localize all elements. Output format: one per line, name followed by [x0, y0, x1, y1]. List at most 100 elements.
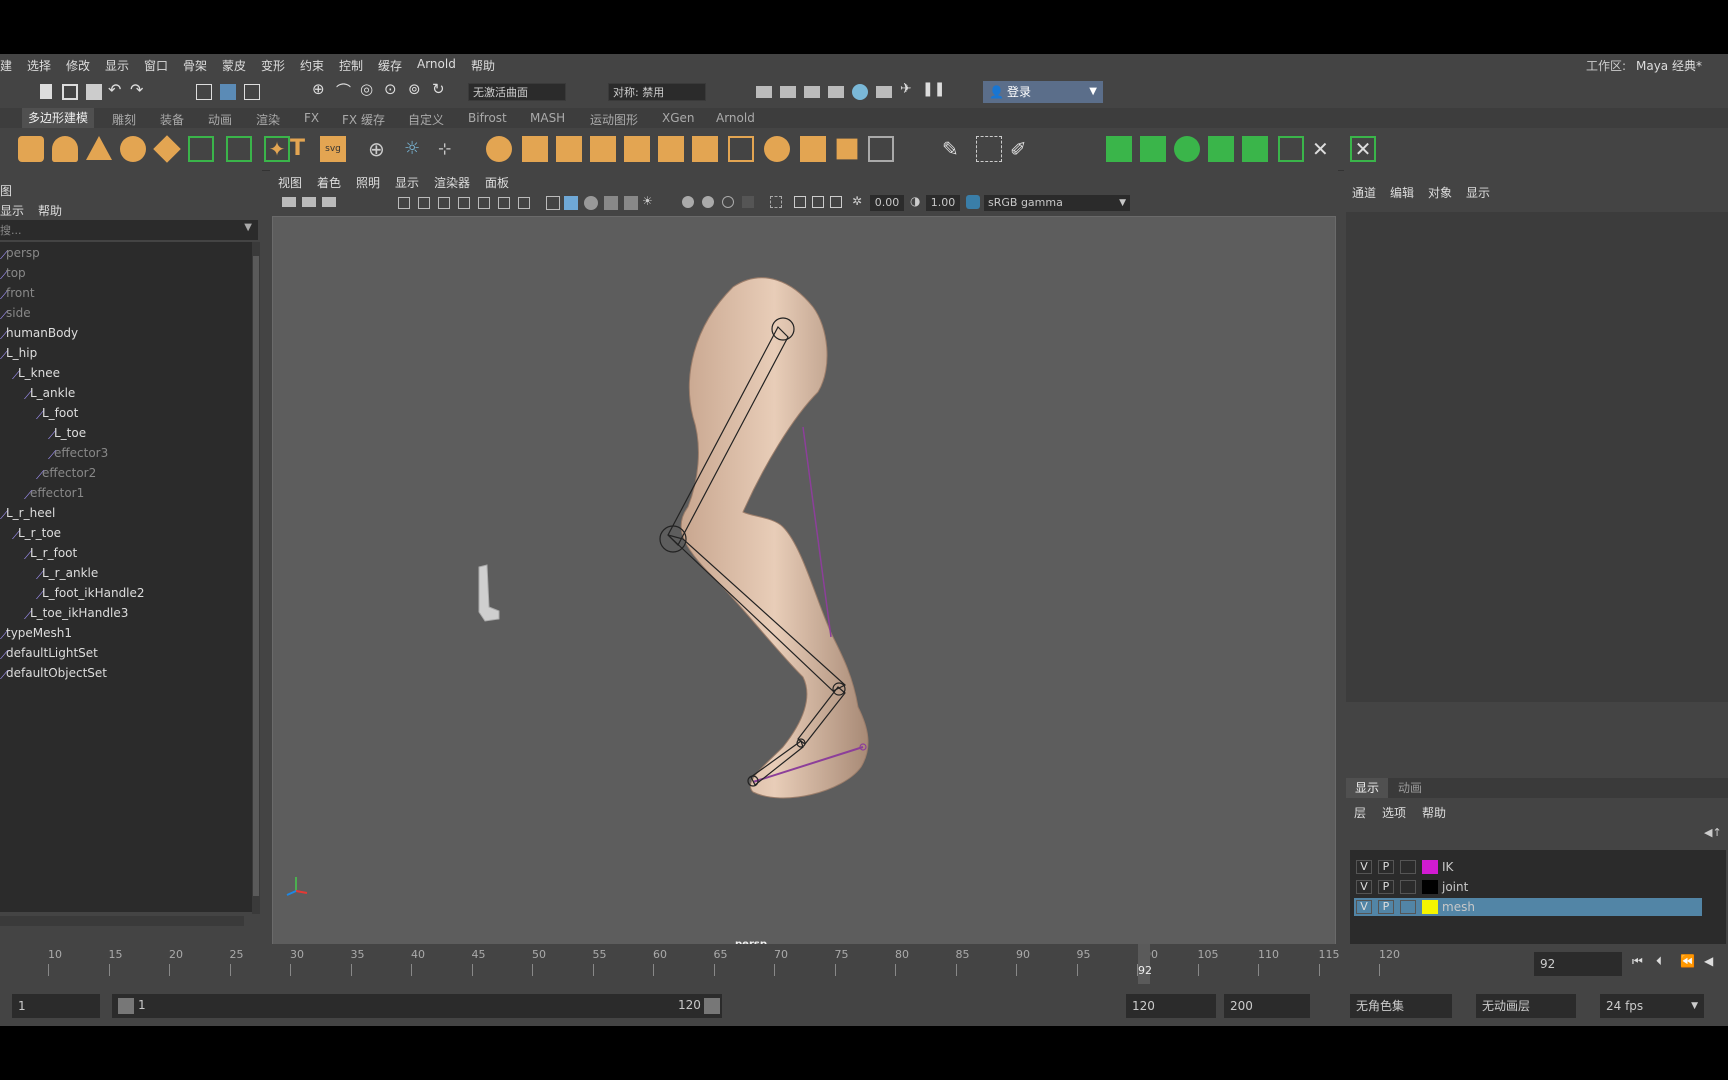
- layer-menu-options[interactable]: 选项: [1382, 804, 1406, 821]
- isolate-select-icon[interactable]: [770, 196, 782, 208]
- lights-icon[interactable]: ☀: [642, 194, 653, 208]
- shelf-tab-render[interactable]: 渲染: [256, 111, 280, 128]
- layer-playback-toggle[interactable]: P: [1378, 880, 1394, 894]
- layer-type-toggle[interactable]: [1400, 900, 1416, 914]
- grid-icon[interactable]: [398, 197, 410, 209]
- outliner-h-scrollbar[interactable]: [0, 916, 244, 926]
- layer-color-swatch[interactable]: [1422, 900, 1438, 914]
- fps-dropdown[interactable]: 24 fps ▼: [1600, 994, 1704, 1018]
- select-hierarchy-icon[interactable]: [196, 84, 212, 100]
- shelf-tab-fx[interactable]: FX: [304, 111, 319, 125]
- default-material-icon[interactable]: [584, 196, 598, 210]
- safe-action-icon[interactable]: [498, 197, 510, 209]
- platonic-icon[interactable]: [226, 136, 252, 162]
- field-chart-icon[interactable]: [478, 197, 490, 209]
- extrude-icon[interactable]: [658, 136, 684, 162]
- gate-mask-icon[interactable]: [458, 197, 470, 209]
- uv-editor-icon[interactable]: [868, 136, 894, 162]
- anim-end-field[interactable]: 200: [1224, 994, 1310, 1018]
- vp-menu-view[interactable]: 视图: [278, 174, 302, 191]
- range-end-handle[interactable]: [704, 998, 720, 1014]
- poly-plane-icon[interactable]: [153, 135, 181, 163]
- menu-cache[interactable]: 缓存: [378, 57, 402, 74]
- vp-menu-renderer[interactable]: 渲染器: [434, 174, 470, 191]
- color-management-icon[interactable]: [966, 195, 980, 209]
- outliner-menu-display[interactable]: 显示: [0, 202, 24, 219]
- vp-menu-lighting[interactable]: 照明: [356, 174, 380, 191]
- login-button[interactable]: 👤 登录 ▼: [983, 81, 1103, 103]
- step-back-frame-icon[interactable]: ⏴: [1656, 954, 1662, 969]
- outliner-search-field[interactable]: 搜... ▼: [0, 220, 258, 240]
- create-light-icon[interactable]: ☼: [404, 136, 430, 162]
- menu-help[interactable]: 帮助: [471, 57, 495, 74]
- shelf-tab-xgen[interactable]: XGen: [662, 111, 695, 125]
- ipr-render-icon[interactable]: [804, 86, 820, 98]
- time-slider[interactable]: 1015202530354045505560657075808590951001…: [0, 944, 1728, 984]
- layer-visibility-toggle[interactable]: V: [1356, 900, 1372, 914]
- quad-draw-icon[interactable]: [800, 136, 826, 162]
- shelf-tab-sculpt[interactable]: 雕刻: [112, 111, 136, 128]
- start-time-field[interactable]: 1: [12, 994, 100, 1018]
- motion-blur-icon[interactable]: [722, 196, 734, 208]
- menu-create[interactable]: 建: [0, 57, 12, 74]
- cb-menu-channels[interactable]: 通道: [1352, 184, 1376, 201]
- uv-auto-icon[interactable]: [1208, 136, 1234, 162]
- layer-menu-layers[interactable]: 层: [1354, 804, 1366, 821]
- menu-display[interactable]: 显示: [105, 57, 129, 74]
- uv-cylindrical-icon[interactable]: [1140, 136, 1166, 162]
- snap-live-icon[interactable]: ↻: [432, 80, 448, 98]
- safe-title-icon[interactable]: [518, 197, 530, 209]
- menu-deform[interactable]: 变形: [261, 57, 285, 74]
- snap-surface-icon[interactable]: ⊚: [408, 80, 424, 98]
- menu-constrain[interactable]: 约束: [300, 57, 324, 74]
- xray-joints-icon[interactable]: [812, 196, 824, 208]
- mirror-icon[interactable]: [556, 136, 582, 162]
- uv-cut-icon[interactable]: ✕: [1312, 136, 1338, 162]
- leg-mesh[interactable]: [680, 277, 869, 799]
- outliner-scrollbar[interactable]: [252, 242, 260, 914]
- cb-menu-show[interactable]: 显示: [1466, 184, 1490, 201]
- wireframe-icon[interactable]: [546, 196, 560, 210]
- shadows-icon[interactable]: [682, 196, 694, 208]
- bridge-icon[interactable]: [692, 136, 718, 162]
- multi-cut-icon[interactable]: [728, 136, 754, 162]
- color-space-dropdown[interactable]: sRGB gamma ▼: [984, 195, 1130, 211]
- end-time-field[interactable]: 120: [1126, 994, 1216, 1018]
- gamma-field[interactable]: 1.00: [926, 195, 960, 211]
- soft-mod-icon[interactable]: ✐: [1010, 136, 1036, 162]
- shelf-tab-polygon[interactable]: 多边形建模: [22, 108, 95, 128]
- poly-disc-icon[interactable]: [188, 136, 214, 162]
- range-start-handle[interactable]: [118, 998, 134, 1014]
- layer-move-icon[interactable]: ◀↑: [1704, 826, 1722, 839]
- render-frame-icon[interactable]: [780, 86, 796, 98]
- undo-icon[interactable]: ↶: [108, 80, 124, 99]
- select-object-icon[interactable]: [220, 84, 236, 100]
- live-surface-field[interactable]: 无激活曲面: [468, 83, 566, 101]
- pause-icon[interactable]: ❚❚: [922, 81, 945, 97]
- symmetry-dropdown[interactable]: 对称: 禁用: [608, 83, 706, 101]
- layer-type-toggle[interactable]: [1400, 880, 1416, 894]
- bevel-icon[interactable]: [624, 136, 650, 162]
- snap-curve-icon[interactable]: ⌒: [336, 80, 352, 100]
- vp-menu-shading[interactable]: 着色: [317, 174, 341, 191]
- poly-torus-icon[interactable]: [120, 136, 146, 162]
- bookmark-icon[interactable]: [322, 197, 336, 207]
- render-sequence-icon[interactable]: [876, 86, 892, 98]
- uv-planar-icon[interactable]: [1106, 136, 1132, 162]
- range-slider[interactable]: 1 120: [112, 994, 722, 1018]
- film-gate-icon[interactable]: [418, 197, 430, 209]
- poly-type-icon[interactable]: T: [290, 136, 316, 162]
- shelf-tab-fx-cache[interactable]: FX 缓存: [342, 111, 385, 128]
- layer-menu-help[interactable]: 帮助: [1422, 804, 1446, 821]
- textured-icon[interactable]: [624, 196, 638, 210]
- menu-modify[interactable]: 修改: [66, 57, 90, 74]
- layer-color-swatch[interactable]: [1422, 860, 1438, 874]
- shelf-tab-animation[interactable]: 动画: [208, 111, 232, 128]
- workspace-dropdown[interactable]: Maya 经典*: [1636, 57, 1702, 74]
- cb-menu-object[interactable]: 对象: [1428, 184, 1452, 201]
- open-scene-icon[interactable]: [62, 84, 78, 100]
- outliner-menu-help[interactable]: 帮助: [38, 202, 62, 219]
- uv-sew-icon[interactable]: ✕: [1350, 136, 1376, 162]
- anim-layer-dropdown[interactable]: 无动画层: [1476, 994, 1576, 1018]
- shelf-tab-mash[interactable]: MASH: [530, 111, 565, 125]
